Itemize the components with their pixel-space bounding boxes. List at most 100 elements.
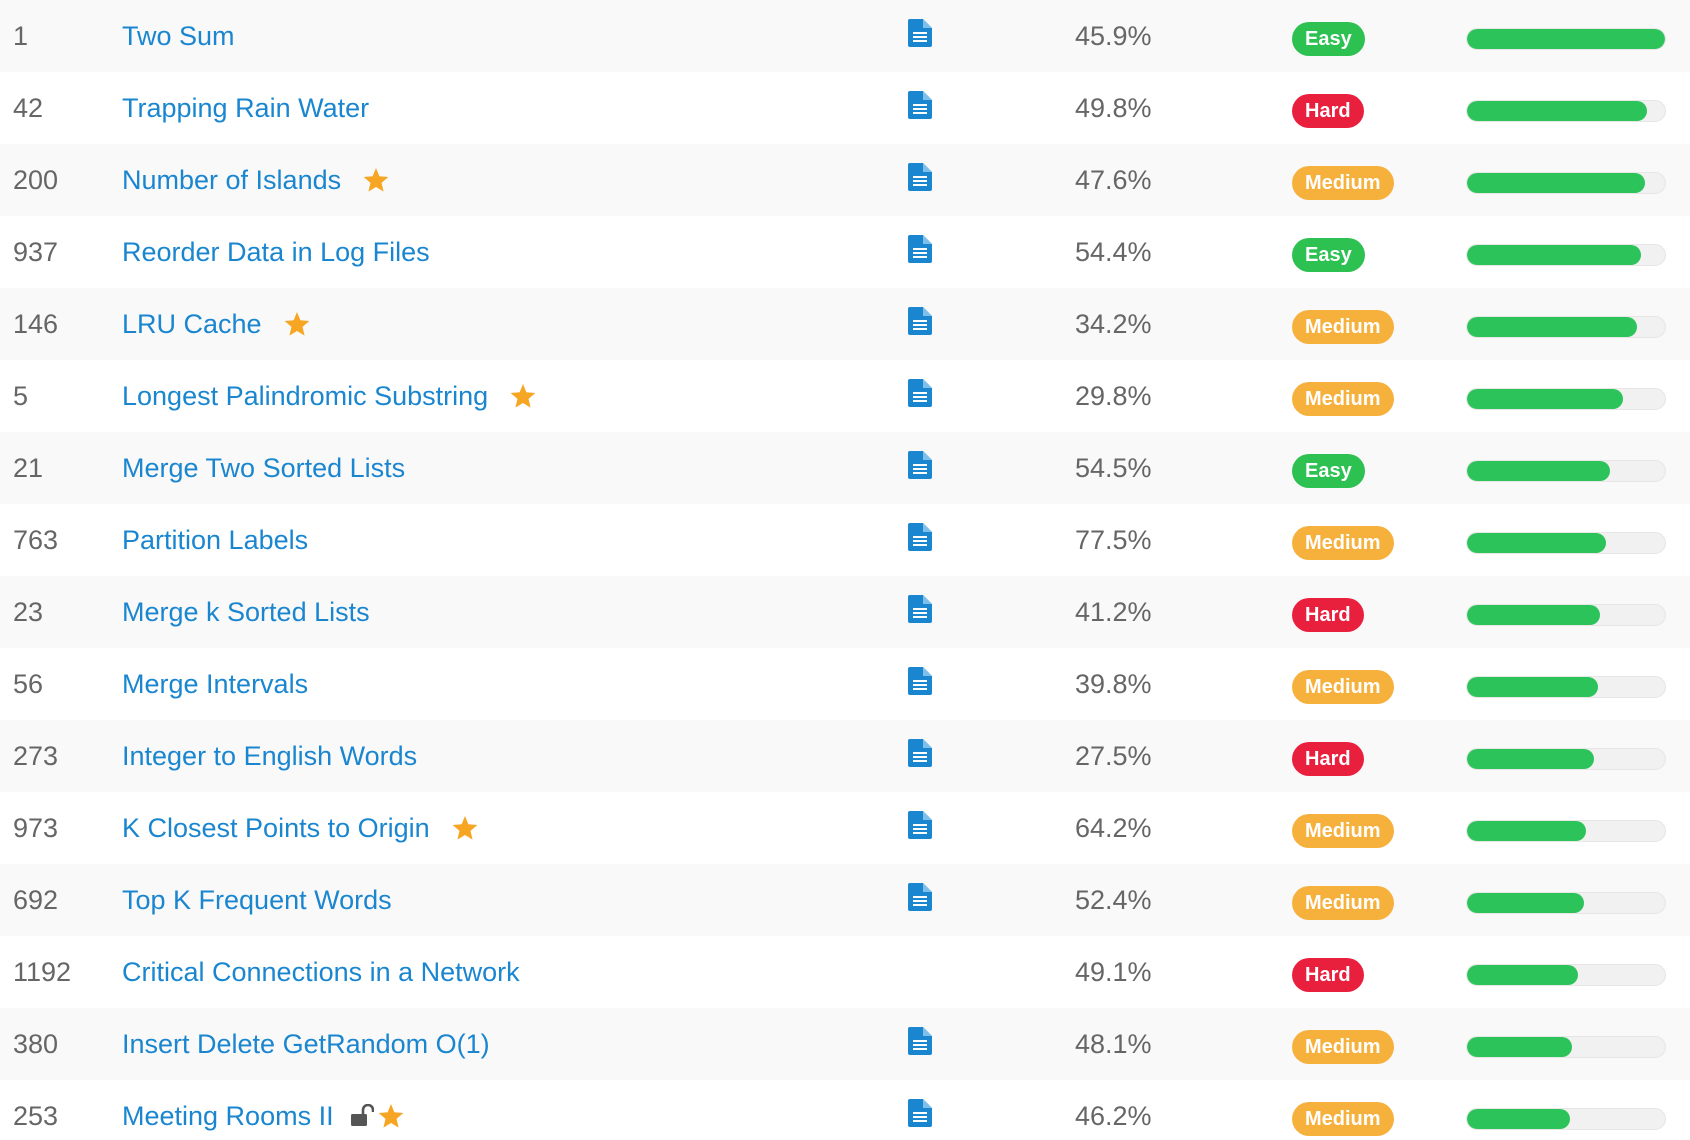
table-row: 1192 Critical Connections in a Network 4… <box>0 936 1690 1008</box>
solution-document-icon[interactable] <box>908 18 932 54</box>
problem-title-link[interactable]: Two Sum <box>122 21 235 52</box>
table-row: 5 Longest Palindromic Substring 29.8% Me… <box>0 360 1690 432</box>
solution-cell[interactable] <box>908 1008 932 1080</box>
solution-document-icon[interactable] <box>908 738 932 774</box>
acceptance-rate: 41.2% <box>1075 596 1152 627</box>
difficulty-cell: Easy <box>1292 216 1365 288</box>
solution-cell[interactable] <box>908 0 932 72</box>
solution-cell[interactable] <box>908 72 932 144</box>
frequency-bar <box>1466 820 1666 842</box>
frequency-bar-fill <box>1467 965 1578 985</box>
solution-document-icon[interactable] <box>908 594 932 630</box>
frequency-bar-fill <box>1467 1109 1570 1129</box>
problem-id: 973 <box>13 812 59 843</box>
solution-cell[interactable] <box>908 1080 932 1140</box>
problem-title-link[interactable]: Trapping Rain Water <box>122 93 369 124</box>
problem-title-cell: Reorder Data in Log Files <box>122 216 430 288</box>
problem-title-link[interactable]: Number of Islands <box>122 165 341 196</box>
solution-document-icon[interactable] <box>908 162 932 198</box>
solution-document-icon[interactable] <box>908 810 932 846</box>
solution-cell[interactable] <box>908 576 932 648</box>
problem-id: 763 <box>13 524 59 555</box>
solution-document-icon[interactable] <box>908 450 932 486</box>
problem-title-link[interactable]: Integer to English Words <box>122 741 417 772</box>
problem-title-link[interactable]: Insert Delete GetRandom O(1) <box>122 1029 490 1060</box>
frequency-cell <box>1466 72 1666 144</box>
star-icon <box>284 311 310 337</box>
solution-cell[interactable] <box>908 432 932 504</box>
solution-document-icon[interactable] <box>908 666 932 702</box>
table-row: 200 Number of Islands 47.6% Medium <box>0 144 1690 216</box>
frequency-bar <box>1466 316 1666 338</box>
problem-title-link[interactable]: Meeting Rooms II <box>122 1101 334 1132</box>
problem-title-cell: Meeting Rooms II <box>122 1080 404 1140</box>
frequency-bar <box>1466 28 1666 50</box>
acceptance-rate: 64.2% <box>1075 812 1152 843</box>
difficulty-cell: Easy <box>1292 0 1365 72</box>
frequency-bar <box>1466 748 1666 770</box>
frequency-cell <box>1466 288 1666 360</box>
solution-cell[interactable] <box>908 792 932 864</box>
solution-document-icon[interactable] <box>908 1098 932 1134</box>
acceptance-rate: 46.2% <box>1075 1100 1152 1131</box>
problem-title-link[interactable]: Longest Palindromic Substring <box>122 381 488 412</box>
solution-cell[interactable] <box>908 648 932 720</box>
frequency-bar-fill <box>1467 461 1610 481</box>
problem-title-link[interactable]: Critical Connections in a Network <box>122 957 520 988</box>
acceptance-rate: 34.2% <box>1075 308 1152 339</box>
solution-document-icon[interactable] <box>908 882 932 918</box>
solution-document-icon[interactable] <box>908 522 932 558</box>
difficulty-cell: Hard <box>1292 936 1364 1008</box>
solution-cell[interactable] <box>908 144 932 216</box>
solution-document-icon[interactable] <box>908 90 932 126</box>
problem-title-cell: Integer to English Words <box>122 720 417 792</box>
difficulty-badge: Hard <box>1292 742 1364 776</box>
problem-title-link[interactable]: LRU Cache <box>122 309 262 340</box>
solution-cell[interactable] <box>908 288 932 360</box>
solution-cell[interactable] <box>908 360 932 432</box>
difficulty-badge: Medium <box>1292 526 1394 560</box>
problem-id: 23 <box>13 596 44 627</box>
problem-title-cell: Critical Connections in a Network <box>122 936 520 1008</box>
frequency-cell <box>1466 936 1666 1008</box>
solution-cell[interactable] <box>908 720 932 792</box>
solution-cell[interactable] <box>908 864 932 936</box>
acceptance-rate: 54.4% <box>1075 236 1152 267</box>
problem-title-link[interactable]: Merge k Sorted Lists <box>122 597 370 628</box>
difficulty-badge: Hard <box>1292 958 1364 992</box>
problem-title-cell: Two Sum <box>122 0 235 72</box>
problem-title-link[interactable]: Merge Intervals <box>122 669 308 700</box>
frequency-bar <box>1466 1108 1666 1130</box>
solution-cell[interactable] <box>908 216 932 288</box>
problem-id: 692 <box>13 884 59 915</box>
difficulty-badge: Easy <box>1292 454 1365 488</box>
table-row: 937 Reorder Data in Log Files 54.4% Easy <box>0 216 1690 288</box>
frequency-bar-fill <box>1467 605 1600 625</box>
solution-document-icon[interactable] <box>908 234 932 270</box>
table-row: 1 Two Sum 45.9% Easy <box>0 0 1690 72</box>
problem-title-link[interactable]: K Closest Points to Origin <box>122 813 430 844</box>
difficulty-badge: Easy <box>1292 22 1365 56</box>
star-icon <box>378 1103 404 1129</box>
solution-document-icon[interactable] <box>908 378 932 414</box>
frequency-bar <box>1466 1036 1666 1058</box>
table-row: 692 Top K Frequent Words 52.4% Medium <box>0 864 1690 936</box>
problem-title-link[interactable]: Merge Two Sorted Lists <box>122 453 405 484</box>
difficulty-cell: Medium <box>1292 504 1394 576</box>
frequency-cell <box>1466 432 1666 504</box>
frequency-cell <box>1466 576 1666 648</box>
problem-title-link[interactable]: Partition Labels <box>122 525 308 556</box>
solution-document-icon[interactable] <box>908 306 932 342</box>
problem-title-cell: Top K Frequent Words <box>122 864 392 936</box>
acceptance-rate: 47.6% <box>1075 164 1152 195</box>
difficulty-badge: Medium <box>1292 1102 1394 1136</box>
problem-title-link[interactable]: Top K Frequent Words <box>122 885 392 916</box>
solution-cell[interactable] <box>908 504 932 576</box>
solution-document-icon[interactable] <box>908 1026 932 1062</box>
frequency-bar-fill <box>1467 101 1648 121</box>
problem-id: 273 <box>13 740 59 771</box>
frequency-bar <box>1466 100 1666 122</box>
difficulty-badge: Medium <box>1292 166 1394 200</box>
frequency-bar <box>1466 892 1666 914</box>
problem-title-link[interactable]: Reorder Data in Log Files <box>122 237 430 268</box>
